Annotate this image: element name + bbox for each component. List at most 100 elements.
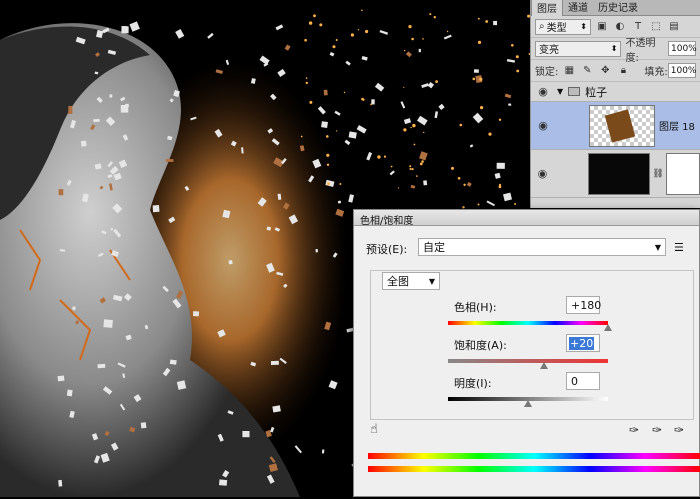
filter-row: ⌕ 类型 ⬍ ▣ ◐ T ⬚ ▤	[531, 16, 700, 38]
hue-label: 色相(H):	[454, 301, 497, 314]
layer-mask-thumbnail	[665, 152, 700, 195]
spark	[409, 168, 412, 170]
move-icon[interactable]: ✥	[598, 64, 612, 78]
preset-select[interactable]: 自定 ▼	[418, 238, 666, 256]
group-row[interactable]: ◉ ▼ 粒子	[531, 82, 700, 102]
particle	[219, 479, 228, 486]
particle	[66, 389, 73, 397]
particle	[371, 99, 375, 105]
hue-slider-track[interactable]	[448, 321, 608, 325]
spark	[446, 30, 449, 33]
layer-thumbnail	[587, 152, 651, 195]
layer-thumbnail	[589, 104, 655, 147]
layers-panel: 图层 通道 历史记录 ⌕ 类型 ⬍ ▣ ◐ T ⬚ ▤ 变亮 ⬍ 不透明度: 1…	[530, 0, 700, 208]
brush-icon[interactable]: ✎	[580, 64, 594, 78]
eye-icon[interactable]: ◉	[531, 85, 555, 98]
preset-options-icon[interactable]: ☰	[674, 241, 684, 254]
folder-icon	[568, 87, 581, 96]
eyedropper-minus-icon[interactable]: ✑	[674, 423, 684, 437]
eyedropper-icon[interactable]: ✑	[629, 423, 639, 437]
lock-icon[interactable]: 🔒︎	[616, 64, 630, 78]
lightness-input[interactable]: 0	[566, 372, 600, 390]
lightness-slider-handle[interactable]	[524, 400, 532, 407]
spark	[397, 187, 399, 189]
chevron-down-icon: ⬍	[580, 22, 587, 31]
shape-filter-icon[interactable]: ⬚	[649, 20, 663, 34]
particle	[418, 48, 421, 53]
saturation-slider-track[interactable]	[448, 359, 608, 363]
spark	[305, 77, 308, 79]
spark	[429, 13, 432, 16]
particle	[493, 20, 498, 26]
spark	[326, 135, 329, 138]
spark	[304, 38, 307, 42]
spark	[498, 118, 502, 122]
spark	[477, 203, 480, 206]
particle	[97, 363, 106, 369]
tab-layers[interactable]: 图层	[531, 0, 563, 16]
particle	[323, 89, 328, 96]
spark	[361, 9, 363, 12]
saturation-value: +20	[569, 336, 595, 350]
layer-row-selected[interactable]: ◉ 图层 18	[531, 102, 700, 150]
spark	[326, 153, 330, 157]
eyedropper-plus-icon[interactable]: ✑	[652, 423, 662, 437]
eye-icon[interactable]: ◉	[531, 167, 554, 180]
spark	[511, 44, 514, 47]
particle	[72, 306, 76, 311]
pixel-filter-icon[interactable]: ▣	[595, 20, 609, 34]
blend-mode-select[interactable]: 变亮 ⬍	[535, 40, 622, 57]
particle	[270, 360, 279, 365]
layer-row[interactable]: ◉ ⛓	[531, 150, 700, 198]
lock-transparent-icon[interactable]: ▦	[562, 64, 576, 78]
channel-select[interactable]: 全图 ▼	[382, 272, 440, 290]
spark	[516, 69, 520, 73]
hand-tool-icon[interactable]: ☝	[370, 422, 378, 437]
saturation-input[interactable]: +20	[566, 334, 600, 352]
spark	[411, 37, 414, 41]
hue-input[interactable]: +180	[566, 296, 601, 314]
spark	[451, 166, 454, 170]
spark	[305, 81, 308, 85]
particle	[80, 140, 87, 147]
tab-history[interactable]: 历史记录	[593, 0, 643, 15]
fill-input[interactable]: 100%	[667, 63, 696, 78]
chevron-down-icon[interactable]: ▼	[557, 87, 563, 96]
spark	[383, 155, 387, 158]
spark	[326, 163, 330, 166]
hue-slider-handle[interactable]	[604, 324, 612, 331]
spark	[309, 100, 313, 104]
spark	[416, 175, 418, 177]
spark	[421, 160, 424, 163]
spark	[335, 39, 338, 41]
particle	[169, 359, 177, 365]
chevron-down-icon: ▼	[428, 276, 435, 286]
particle	[348, 131, 357, 139]
particle	[109, 94, 113, 98]
adjustment-filter-icon[interactable]: ◐	[613, 20, 627, 34]
saturation-slider-handle[interactable]	[540, 362, 548, 369]
smart-object-filter-icon[interactable]: ▤	[667, 20, 681, 34]
spark	[300, 135, 303, 138]
spark	[308, 21, 313, 25]
particle	[423, 180, 428, 186]
dialog-title[interactable]: 色相/饱和度	[354, 210, 699, 227]
opacity-input[interactable]: 100%	[668, 41, 697, 56]
spark	[514, 203, 517, 205]
spark	[463, 183, 466, 186]
eye-icon[interactable]: ◉	[531, 119, 555, 132]
spark	[433, 16, 436, 19]
type-filter-icon[interactable]: T	[631, 20, 645, 34]
filter-select[interactable]: ⌕ 类型 ⬍	[535, 18, 591, 35]
spark	[336, 130, 338, 132]
spark	[410, 126, 412, 129]
spark	[409, 165, 412, 168]
chevron-down-icon: ⬍	[610, 44, 618, 53]
preset-label: 预设(E):	[366, 243, 408, 256]
particle	[242, 431, 250, 438]
particle	[315, 249, 318, 253]
tab-channels[interactable]: 通道	[563, 0, 593, 15]
opacity-label: 不透明度:	[625, 37, 656, 64]
particle	[496, 162, 505, 169]
spark	[411, 168, 414, 171]
